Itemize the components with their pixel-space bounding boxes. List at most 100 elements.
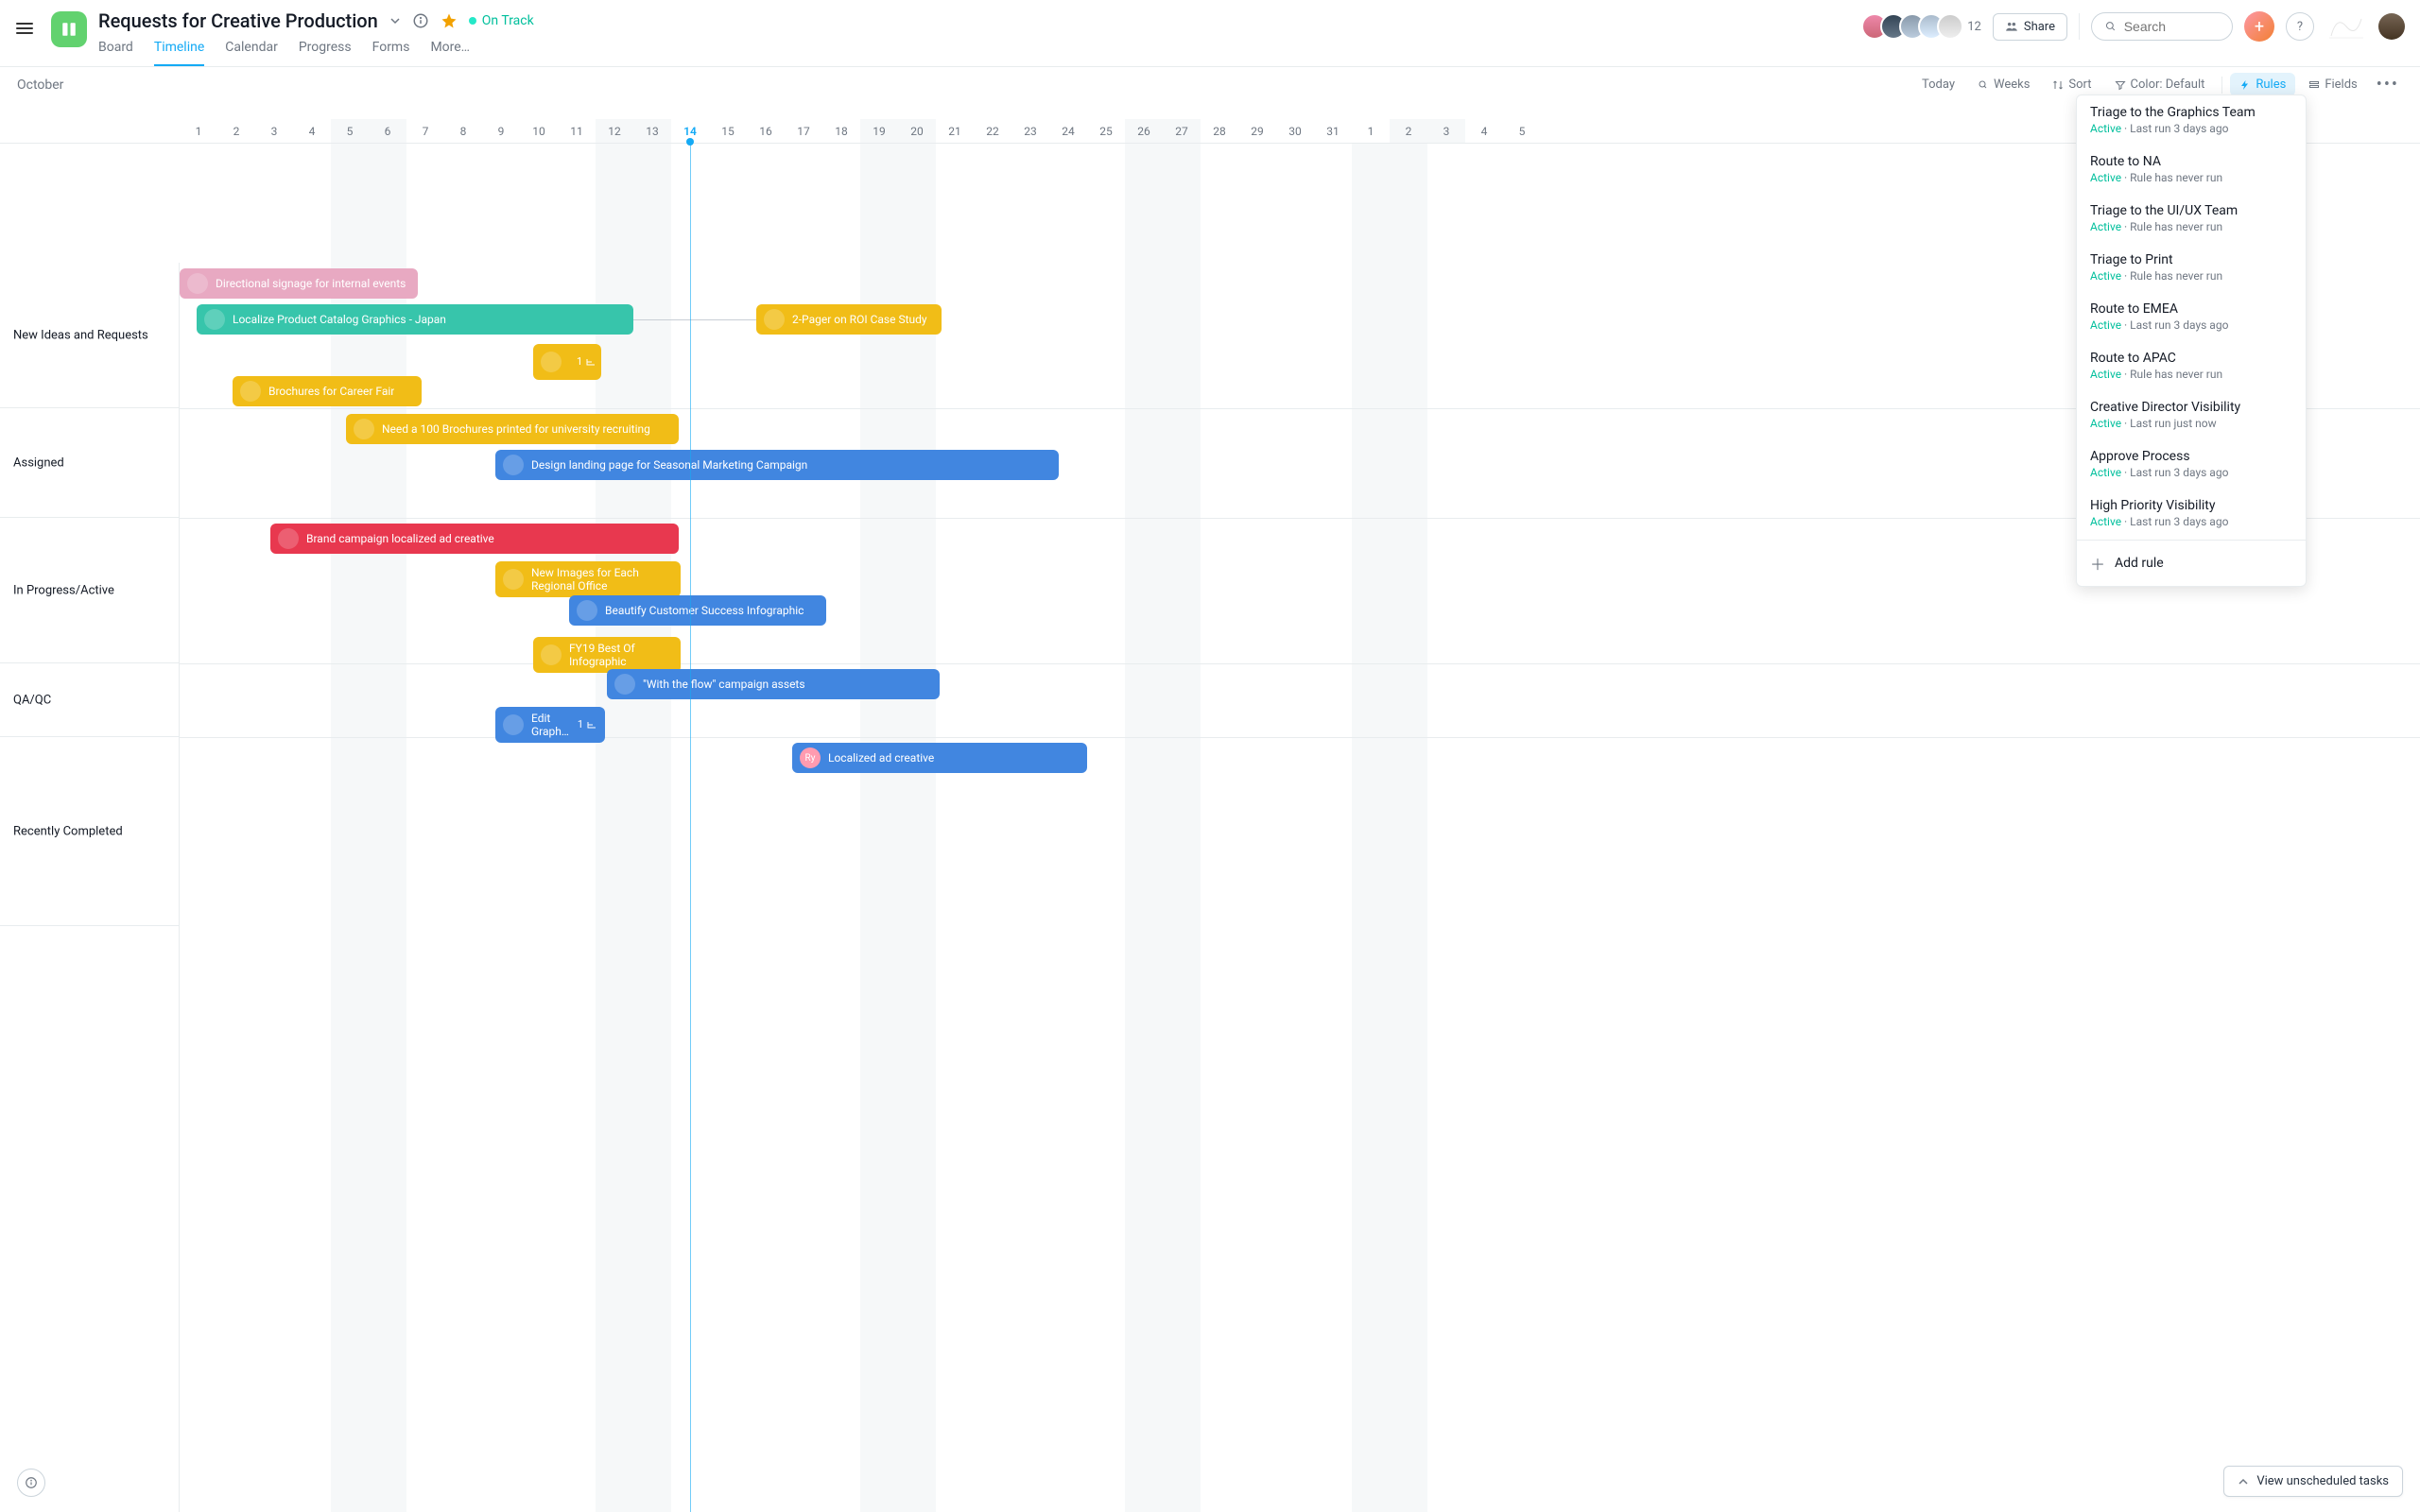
task-title: Edit Graph… xyxy=(531,712,570,739)
day-cell: 5 xyxy=(331,119,369,143)
search-field[interactable] xyxy=(2124,19,2219,34)
task-bar[interactable]: Need a 100 Brochures printed for univers… xyxy=(346,414,679,444)
rule-item[interactable]: Route to EMEAActive · Last run 3 days ag… xyxy=(2077,292,2306,341)
section-label[interactable]: New Ideas and Requests xyxy=(13,328,148,342)
profile-avatar[interactable] xyxy=(2378,13,2405,40)
task-bar[interactable]: Edit Graph…1 xyxy=(495,707,605,743)
rules-dropdown[interactable]: Triage to the Graphics TeamActive · Last… xyxy=(2076,94,2307,587)
section-label[interactable]: Assigned xyxy=(13,455,64,470)
task-bar[interactable]: New Images for Each Regional Office xyxy=(495,561,681,597)
search-input[interactable] xyxy=(2091,12,2233,41)
rule-item[interactable]: Approve ProcessActive · Last run 3 days … xyxy=(2077,439,2306,489)
task-bar[interactable]: 2-Pager on ROI Case Study xyxy=(756,304,942,335)
rules-button[interactable]: Rules xyxy=(2230,73,2295,96)
task-bar[interactable]: Brand campaign localized ad creative xyxy=(270,524,679,554)
unscheduled-button[interactable]: View unscheduled tasks xyxy=(2223,1466,2403,1497)
sort-button[interactable]: Sort xyxy=(2043,73,2100,96)
day-cell: 2 xyxy=(217,119,255,143)
day-cell: 20 xyxy=(898,119,936,143)
section-column: New Ideas and Requests Assigned In Progres… xyxy=(0,263,180,1512)
star-icon[interactable] xyxy=(441,12,458,29)
rule-item[interactable]: Creative Director VisibilityActive · Las… xyxy=(2077,390,2306,439)
rule-item[interactable]: High Priority VisibilityActive · Last ru… xyxy=(2077,489,2306,538)
color-button[interactable]: Color: Default xyxy=(2105,73,2215,96)
today-button[interactable]: Today xyxy=(1912,73,1964,96)
rule-item[interactable]: Triage to PrintActive · Rule has never r… xyxy=(2077,243,2306,292)
add-rule-button[interactable]: ＋ Add rule xyxy=(2077,540,2306,586)
task-title: Need a 100 Brochures printed for univers… xyxy=(382,422,650,436)
day-cell: 2 xyxy=(1390,119,1427,143)
share-button[interactable]: Share xyxy=(1993,13,2067,41)
fields-button[interactable]: Fields xyxy=(2299,73,2366,96)
today-line xyxy=(690,144,691,1512)
quick-add-button[interactable]: + xyxy=(2244,11,2274,42)
task-bar[interactable]: Brochures for Career Fair xyxy=(233,376,422,406)
assignee-avatar xyxy=(503,714,524,735)
project-members[interactable]: 12 xyxy=(1861,13,1981,40)
tab-board[interactable]: Board xyxy=(98,40,133,66)
filter-icon xyxy=(2115,79,2126,91)
zoom-button[interactable]: Weeks xyxy=(1968,73,2039,96)
section-label[interactable]: Recently Completed xyxy=(13,824,123,838)
task-bar[interactable]: "With the flow" campaign assets xyxy=(607,669,940,699)
rule-item[interactable]: Route to APACActive · Rule has never run xyxy=(2077,341,2306,390)
rule-name: High Priority Visibility xyxy=(2090,498,2292,513)
workspace-logo xyxy=(2325,9,2367,43)
day-cell: 25 xyxy=(1087,119,1125,143)
task-bar[interactable]: Beautify Customer Success Infographic xyxy=(569,595,826,626)
rule-name: Approve Process xyxy=(2090,449,2292,464)
chevron-up-icon xyxy=(2238,1476,2249,1487)
member-avatar xyxy=(1937,13,1963,40)
status-label: On Track xyxy=(482,13,534,28)
day-cell: 27 xyxy=(1163,119,1201,143)
section-label[interactable]: QA/QC xyxy=(13,693,51,707)
task-bar[interactable]: Localize Product Catalog Graphics - Japa… xyxy=(197,304,633,335)
fields-icon xyxy=(2308,79,2320,91)
main-menu-button[interactable] xyxy=(9,13,40,43)
rule-item[interactable]: Triage to the Graphics TeamActive · Last… xyxy=(2077,95,2306,145)
rule-meta: Active · Last run 3 days ago xyxy=(2090,318,2292,332)
tab-calendar[interactable]: Calendar xyxy=(225,40,278,66)
add-rule-label: Add rule xyxy=(2115,556,2164,571)
task-bar[interactable]: B fo1 xyxy=(533,344,601,380)
view-tabs: Board Timeline Calendar Progress Forms More… xyxy=(98,40,1850,66)
people-icon xyxy=(2005,20,2018,33)
help-button[interactable]: ? xyxy=(2286,12,2314,41)
day-cell: 6 xyxy=(369,119,406,143)
month-label: October xyxy=(15,77,63,93)
day-cell: 8 xyxy=(444,119,482,143)
project-status[interactable]: On Track xyxy=(469,13,534,28)
task-title: "With the flow" campaign assets xyxy=(643,678,805,691)
tab-progress[interactable]: Progress xyxy=(299,40,352,66)
day-cell: 12 xyxy=(596,119,633,143)
assignee-avatar xyxy=(577,600,597,621)
search-icon xyxy=(2105,20,2117,33)
task-bar[interactable]: FY19 Best Of Infographic xyxy=(533,637,681,673)
day-cell: 9 xyxy=(482,119,520,143)
tab-forms[interactable]: Forms xyxy=(372,40,410,66)
privacy-info-button[interactable] xyxy=(17,1469,45,1497)
info-icon[interactable] xyxy=(412,12,429,29)
day-cell: 1 xyxy=(1352,119,1390,143)
section-label[interactable]: In Progress/Active xyxy=(13,583,114,597)
task-bar[interactable]: Design landing page for Seasonal Marketi… xyxy=(495,450,1059,480)
tab-timeline[interactable]: Timeline xyxy=(154,40,204,66)
task-bar[interactable]: RyLocalized ad creative xyxy=(792,743,1087,773)
project-icon[interactable] xyxy=(51,11,87,47)
more-options-button[interactable]: ••• xyxy=(2371,75,2405,94)
rule-item[interactable]: Route to NAActive · Rule has never run xyxy=(2077,145,2306,194)
day-cell: 1 xyxy=(180,119,217,143)
subtask-indicator: 1 xyxy=(577,355,596,368)
project-title[interactable]: Requests for Creative Production xyxy=(98,9,378,32)
unscheduled-label: View unscheduled tasks xyxy=(2256,1474,2389,1488)
rule-name: Triage to the UI/UX Team xyxy=(2090,203,2292,218)
rule-item[interactable]: Triage to the UI/UX TeamActive · Rule ha… xyxy=(2077,194,2306,243)
assignee-avatar xyxy=(614,674,635,695)
task-title: Localize Product Catalog Graphics - Japa… xyxy=(233,313,446,326)
day-cell: 19 xyxy=(860,119,898,143)
day-cell: 7 xyxy=(406,119,444,143)
chevron-down-icon[interactable] xyxy=(389,15,401,26)
tab-more[interactable]: More… xyxy=(430,40,470,66)
day-cell: 17 xyxy=(785,119,822,143)
task-bar[interactable]: Directional signage for internal events xyxy=(180,268,418,299)
